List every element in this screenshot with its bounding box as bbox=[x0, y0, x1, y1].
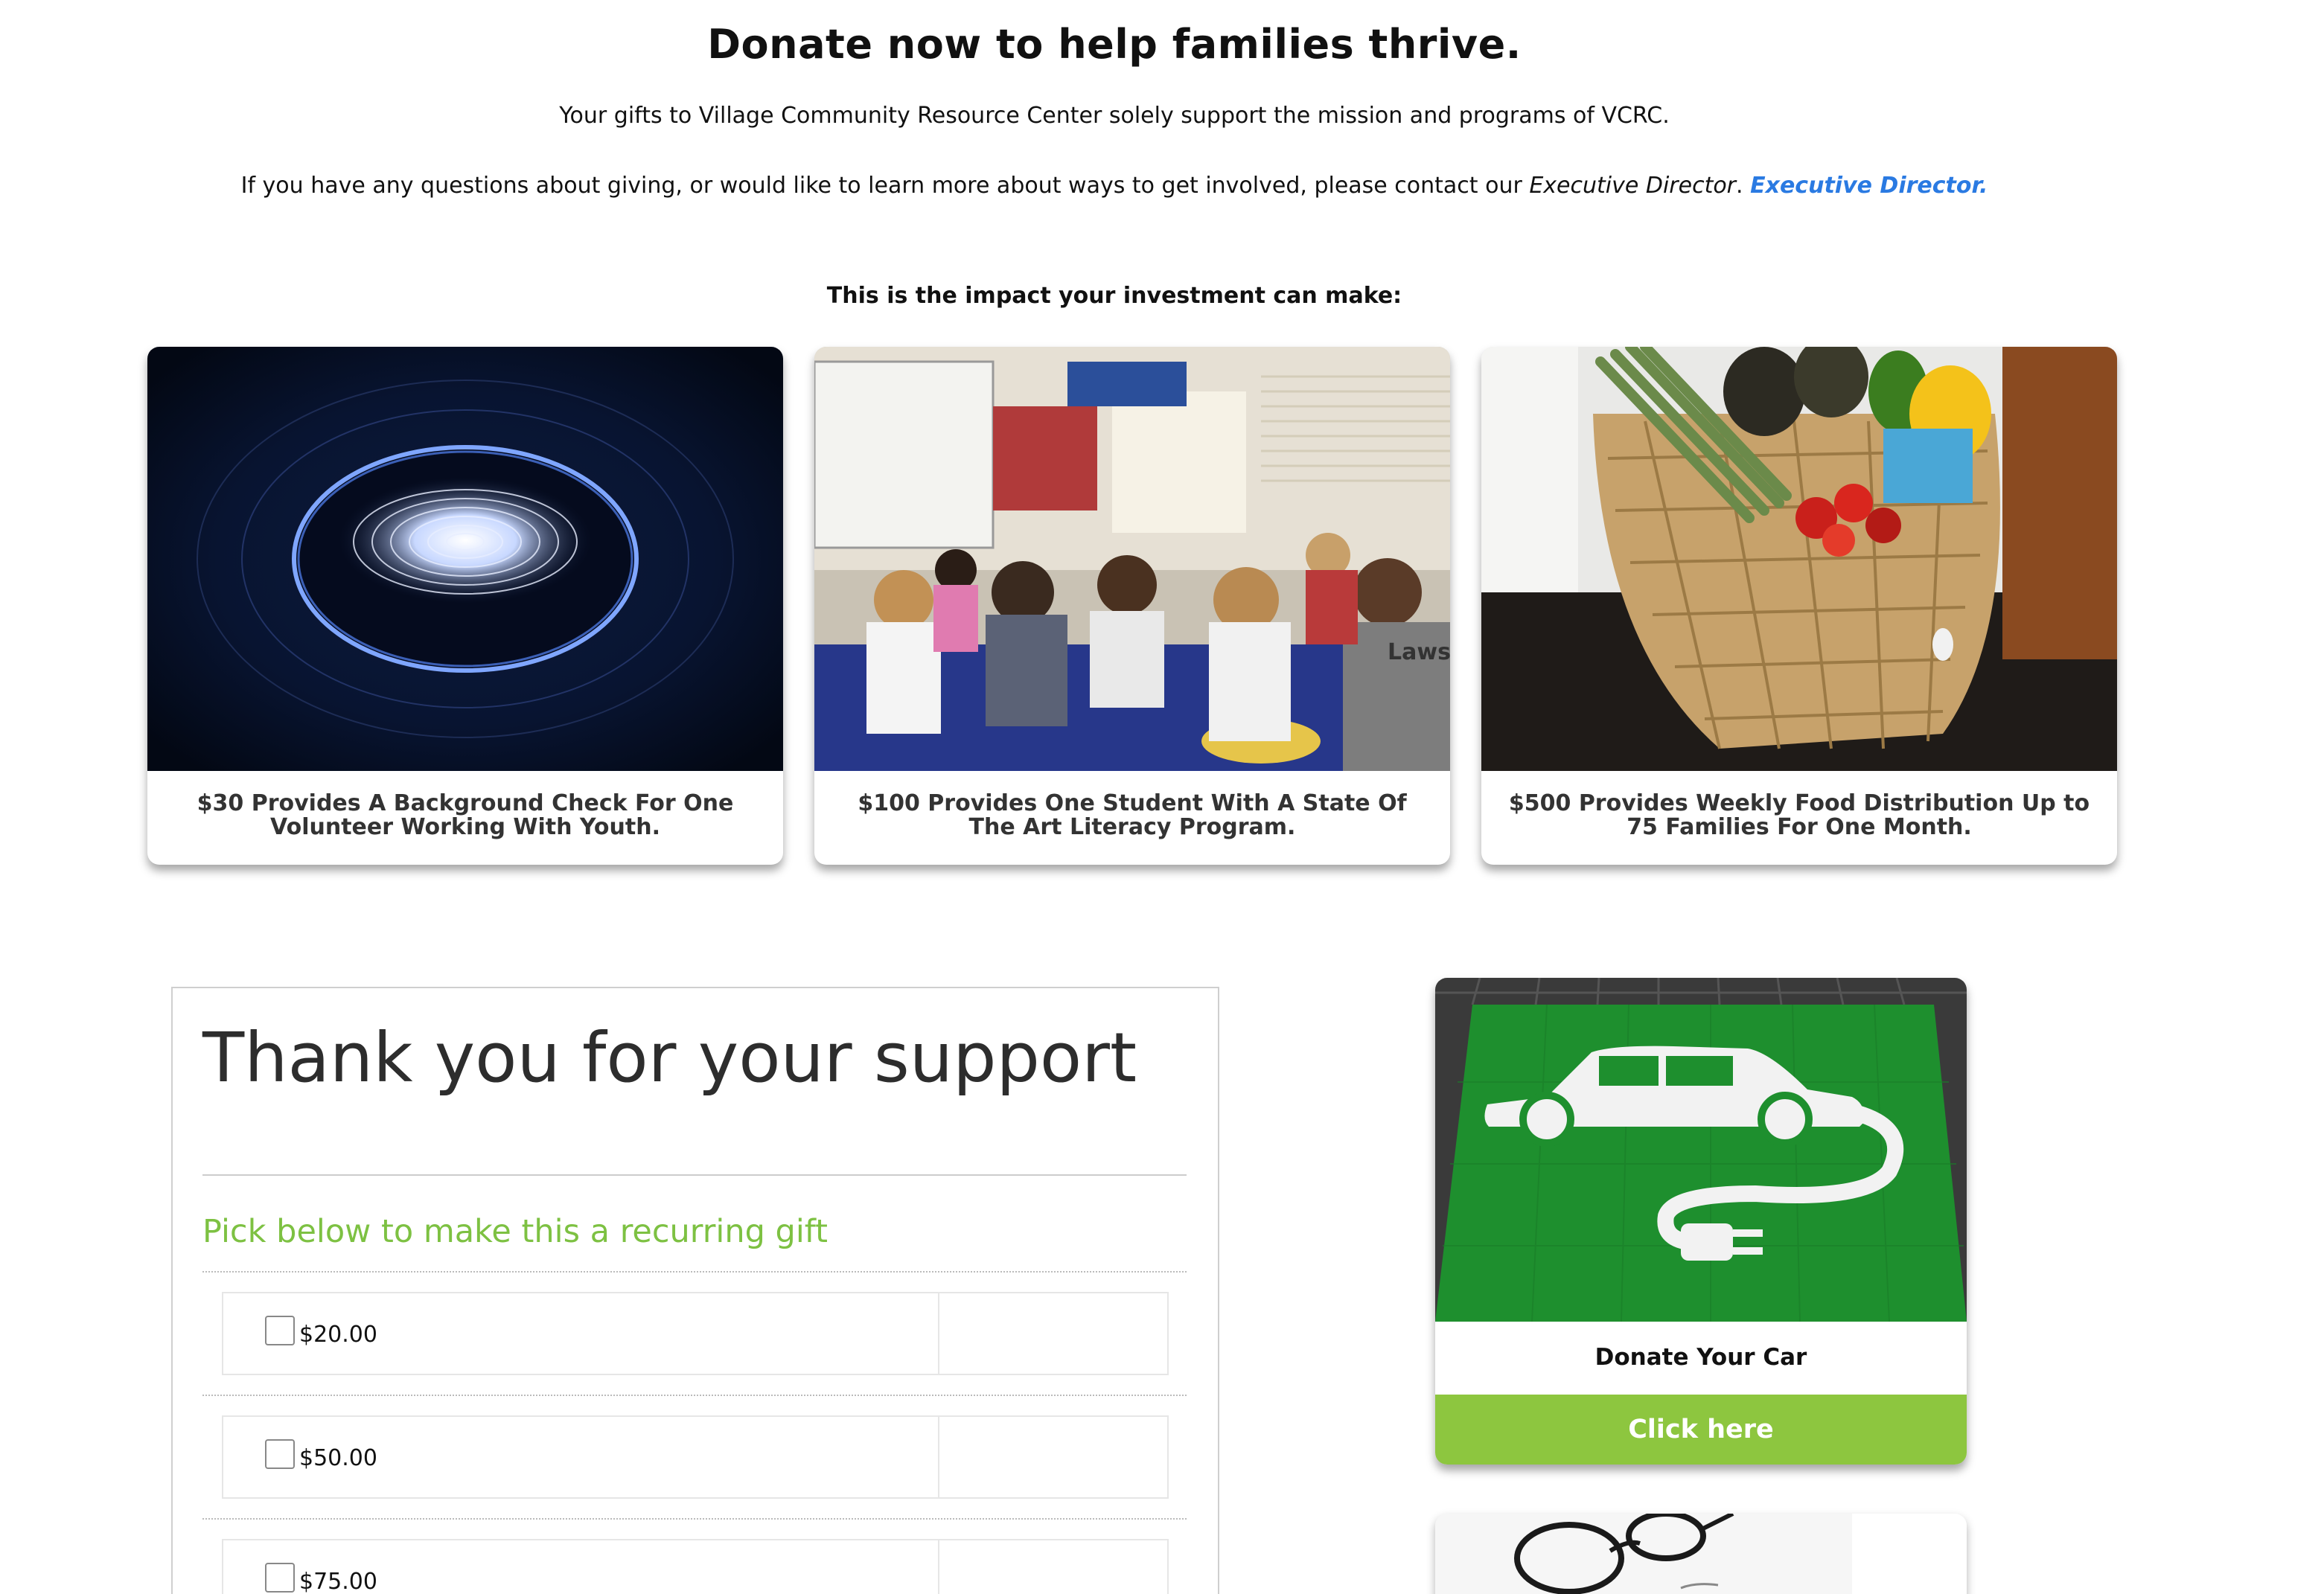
classroom-image: Lawso bbox=[814, 347, 1450, 771]
row-split bbox=[938, 1540, 939, 1594]
amount-label: $20.00 bbox=[299, 1322, 377, 1348]
form-title: Thank you for your support bbox=[202, 1018, 1137, 1098]
amount-checkbox[interactable] bbox=[265, 1439, 295, 1469]
contact-text-separator: . bbox=[1736, 173, 1751, 199]
row-split bbox=[938, 1293, 939, 1374]
eyeglasses-image bbox=[1435, 1514, 1967, 1594]
executive-director-link[interactable]: Executive Director. bbox=[1750, 173, 1988, 199]
donate-car-label: Donate Your Car bbox=[1594, 1344, 1807, 1371]
page-title: Donate now to help families thrive. bbox=[707, 21, 1522, 68]
impact-heading: This is the impact your investment can m… bbox=[826, 283, 1402, 309]
amount-checkbox[interactable] bbox=[265, 1316, 295, 1345]
fingerprint-image bbox=[147, 347, 783, 771]
row-split bbox=[938, 1417, 939, 1497]
amount-label: $75.00 bbox=[299, 1569, 377, 1594]
svg-text:Lawso: Lawso bbox=[1388, 639, 1450, 665]
impact-card-30: $30 Provides A Background Check For One … bbox=[147, 347, 783, 865]
amount-option-20[interactable]: $20.00 bbox=[222, 1292, 1169, 1375]
impact-card-100: Lawso $100 Provides One Student With A S… bbox=[814, 347, 1450, 865]
amount-label: $50.00 bbox=[299, 1445, 377, 1471]
contact-text-italic: Executive Director bbox=[1529, 173, 1737, 199]
contact-text-prefix: If you have any questions about giving, … bbox=[240, 173, 1530, 199]
amount-option-75[interactable]: $75.00 bbox=[222, 1539, 1169, 1594]
electric-car-parking-image bbox=[1435, 978, 1967, 1322]
donation-page: Donate now to help families thrive. Your… bbox=[0, 0, 2324, 1594]
form-divider bbox=[202, 1174, 1187, 1176]
row-divider bbox=[202, 1395, 1187, 1396]
row-divider bbox=[202, 1518, 1187, 1520]
amount-option-50[interactable]: $50.00 bbox=[222, 1415, 1169, 1499]
donate-car-button[interactable]: Click here bbox=[1435, 1395, 1967, 1465]
intro-text: Your gifts to Village Community Resource… bbox=[559, 103, 1670, 129]
contact-text: If you have any questions about giving, … bbox=[0, 173, 2229, 199]
donate-car-card: Donate Your Car Click here bbox=[1435, 978, 1967, 1465]
row-divider bbox=[202, 1271, 1187, 1273]
impact-card-caption: $100 Provides One Student With A State O… bbox=[858, 790, 1407, 840]
produce-basket-image bbox=[1481, 347, 2117, 771]
impact-card-caption: $500 Provides Weekly Food Distribution U… bbox=[1508, 790, 2090, 840]
impact-card-caption: $30 Provides A Background Check For One … bbox=[197, 790, 734, 840]
donation-form: Thank you for your support Pick below to… bbox=[171, 987, 1219, 1594]
eyeglasses-card bbox=[1435, 1514, 1967, 1594]
impact-card-500: $500 Provides Weekly Food Distribution U… bbox=[1481, 347, 2117, 865]
recurring-gift-heading: Pick below to make this a recurring gift bbox=[202, 1213, 829, 1250]
amount-checkbox[interactable] bbox=[265, 1563, 295, 1593]
